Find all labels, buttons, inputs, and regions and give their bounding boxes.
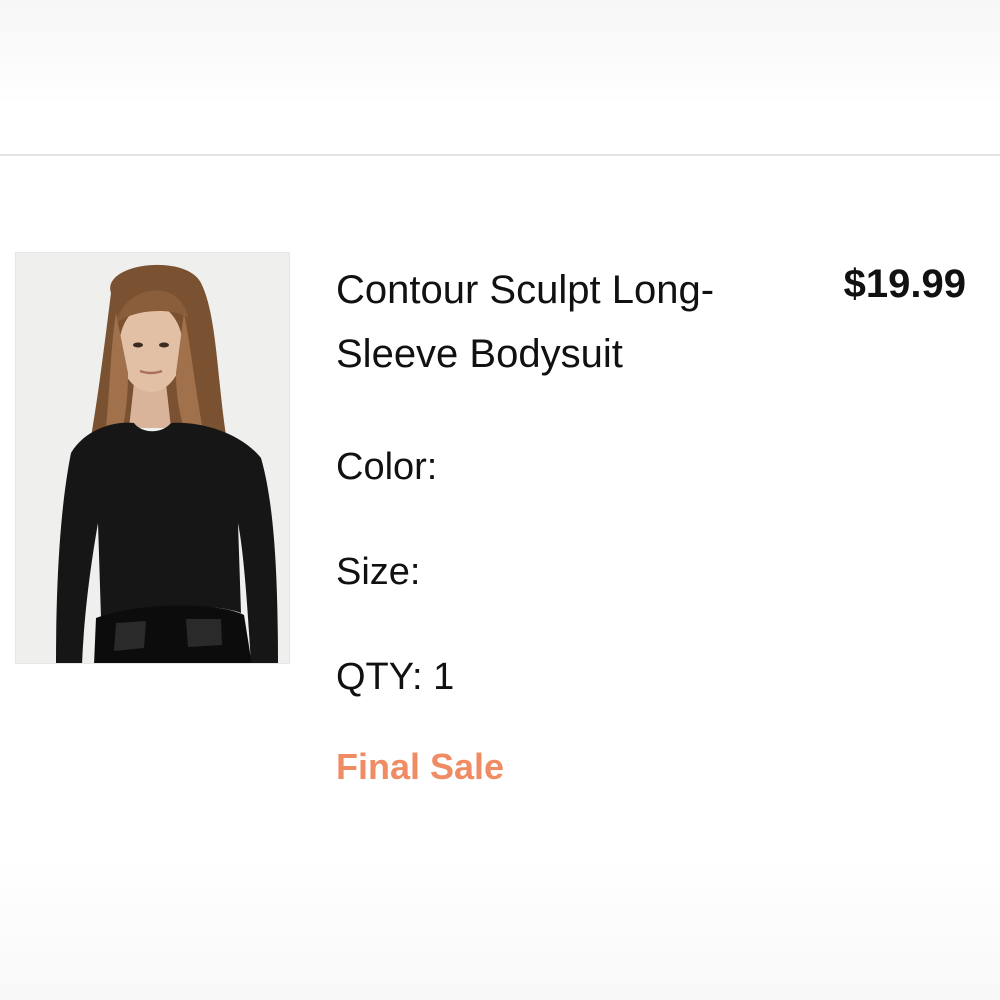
quantity-label: QTY: 1 bbox=[336, 656, 455, 698]
bottom-background bbox=[0, 860, 1000, 1000]
final-sale-badge: Final Sale bbox=[336, 746, 505, 787]
product-title[interactable]: Contour Sculpt Long-Sleeve Bodysuit bbox=[336, 258, 776, 386]
item-price: $19.99 bbox=[843, 262, 966, 306]
size-label: Size: bbox=[336, 551, 421, 593]
product-image[interactable] bbox=[15, 252, 290, 664]
color-label: Color: bbox=[336, 446, 438, 488]
top-background bbox=[0, 0, 1000, 105]
section-divider bbox=[0, 154, 1000, 156]
